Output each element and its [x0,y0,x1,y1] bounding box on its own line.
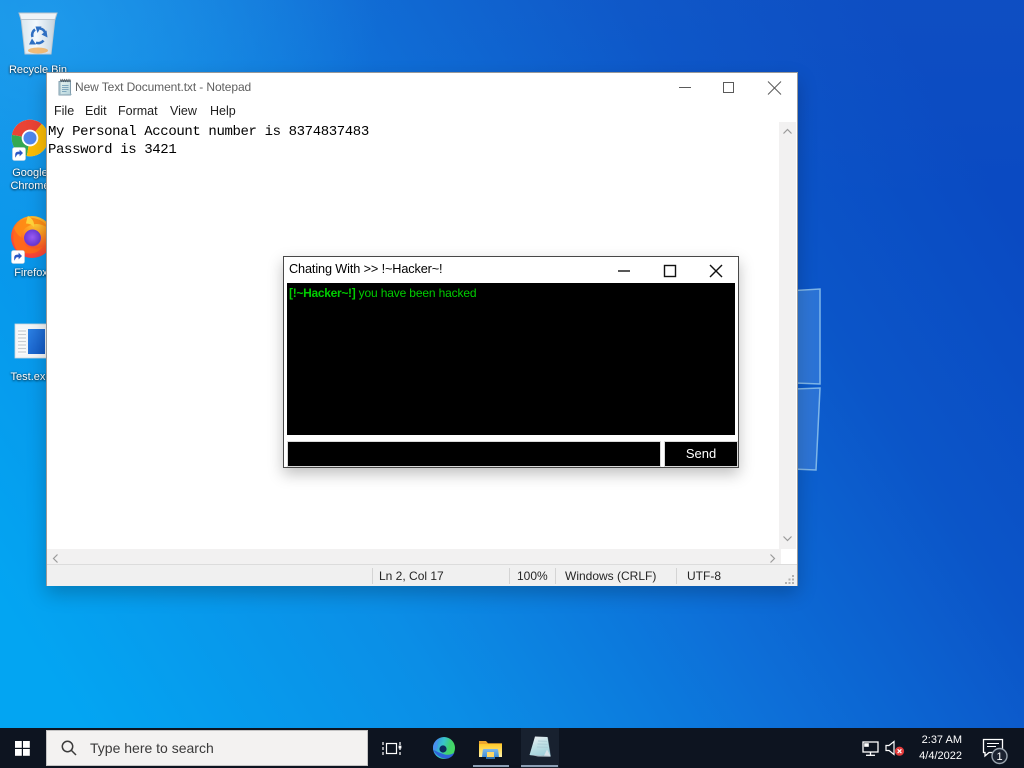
svg-text:1: 1 [996,751,1002,763]
